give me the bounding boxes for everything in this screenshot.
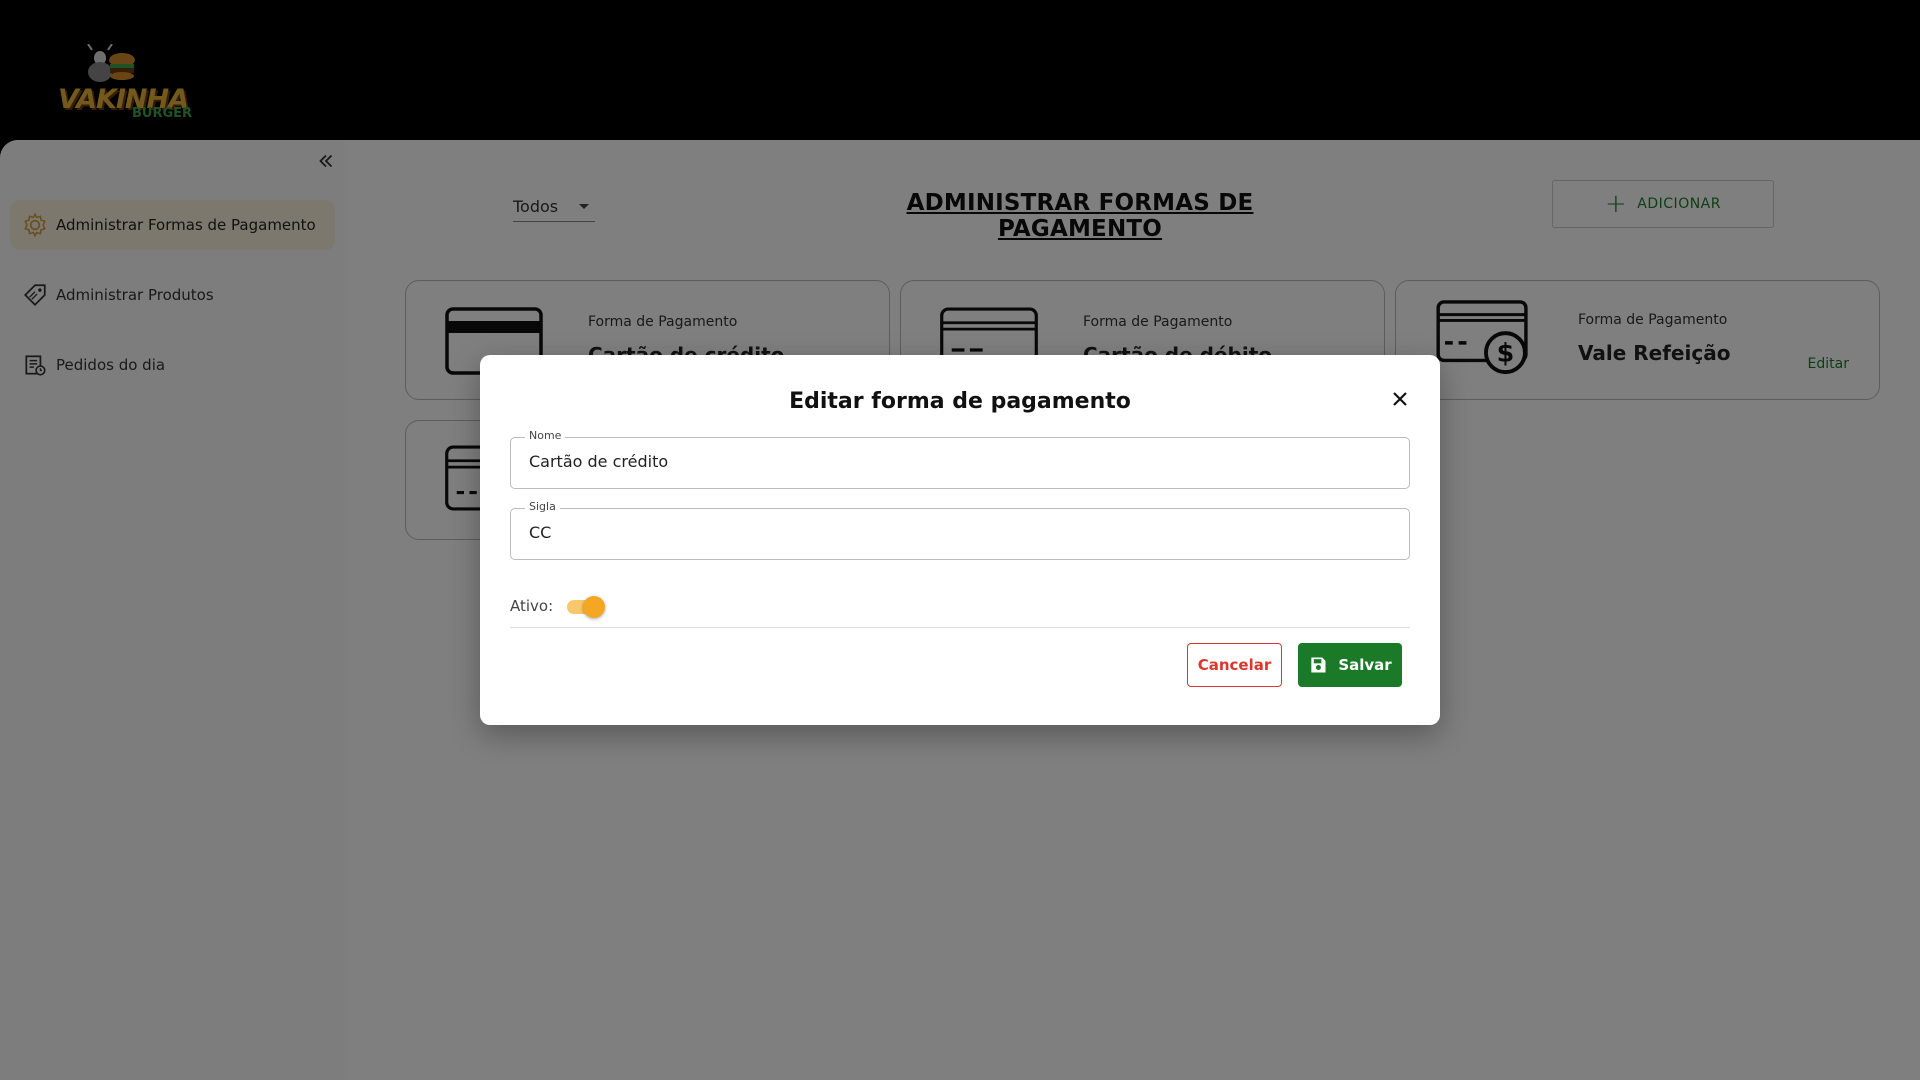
active-row: Ativo: [510,591,606,621]
edit-payment-modal: Editar forma de pagamento Nome Sigla Ati… [480,355,1440,725]
sigla-field: Sigla [510,500,1410,560]
close-icon [1393,392,1407,406]
modal-title: Editar forma de pagamento [789,389,1131,414]
name-field: Nome [510,429,1410,489]
close-button[interactable] [1388,387,1412,411]
save-icon [1311,657,1326,673]
save-button-label: Salvar [1338,656,1392,674]
active-label: Ativo: [510,597,554,615]
cancel-button[interactable]: Cancelar [1187,643,1282,687]
toggle-thumb [583,596,606,618]
divider [510,627,1410,628]
cancel-button-label: Cancelar [1197,656,1272,674]
active-toggle[interactable] [565,596,606,618]
name-input[interactable] [529,452,1389,471]
save-button[interactable]: Salvar [1298,643,1402,687]
sigla-input[interactable] [529,523,1389,542]
sigla-field-label: Sigla [525,500,560,513]
name-field-label: Nome [525,429,566,442]
